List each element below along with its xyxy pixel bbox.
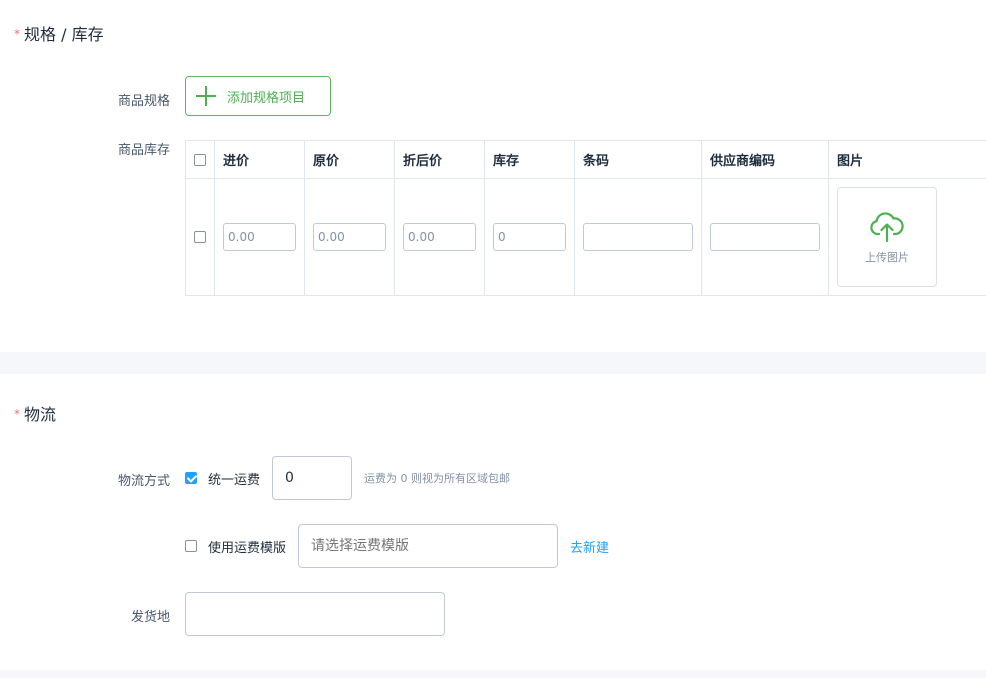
unified-fee-label: 统一运费 (208, 472, 261, 488)
stock-table: 进价 原价 折后价 库存 条码 供应商编码 图片 0.00 0.00 0.00 … (185, 140, 986, 296)
ship-from-label: 发货地 (130, 610, 170, 625)
template-fee-checkbox[interactable] (185, 540, 197, 552)
spec-stock-section: * 规格 / 库存 商品规格 添加规格项目 商品库存 进价 原价 折后价 库存 条… (0, 0, 986, 352)
original-price-input[interactable] (313, 223, 386, 251)
stock-cell (484, 178, 575, 296)
section-title-text: 规格 / 库存 (24, 25, 104, 44)
col-purchase-price: 进价 (214, 140, 305, 179)
row-select-cell (185, 178, 215, 296)
stock-label: 商品库存 (117, 143, 170, 158)
spec-label: 商品规格 (117, 94, 170, 109)
col-image: 图片 (828, 140, 986, 179)
section-title: * 规格 / 库存 (14, 21, 104, 45)
required-mark: * (14, 407, 20, 421)
col-discount-price: 折后价 (394, 140, 485, 179)
col-barcode: 条码 (574, 140, 702, 179)
col-supplier-code: 供应商编码 (701, 140, 829, 179)
section-title: * 物流 (14, 401, 56, 425)
unified-fee-hint: 运费为 0 则视为所有区域包邮 (364, 472, 511, 485)
barcode-input[interactable] (583, 223, 693, 251)
create-template-link[interactable]: 去新建 (570, 537, 609, 556)
stock-input[interactable] (493, 223, 566, 251)
shipping-method-label: 物流方式 (117, 474, 170, 489)
discount-price-cell (394, 178, 485, 296)
unified-fee-row: 统一运费 运费为 0 则视为所有区域包邮 (185, 456, 510, 500)
select-all-checkbox[interactable] (194, 153, 206, 166)
barcode-cell (574, 178, 702, 296)
unified-fee-checkbox[interactable] (185, 472, 197, 484)
logistics-section: * 物流 物流方式 统一运费 运费为 0 则视为所有区域包邮 使用运费模版 去新建… (0, 374, 986, 670)
add-spec-button-label: 添加规格项目 (227, 90, 306, 106)
purchase-price-input[interactable] (223, 223, 296, 251)
col-original-price: 原价 (304, 140, 395, 179)
table-row: 上传图片 (185, 178, 986, 296)
section-title-text: 物流 (24, 405, 57, 424)
table-header-row: 进价 原价 折后价 库存 条码 供应商编码 图片 (185, 140, 986, 179)
image-cell: 上传图片 (828, 178, 986, 296)
ship-from-input[interactable] (185, 592, 445, 636)
supplier-code-cell (701, 178, 829, 296)
supplier-code-input[interactable] (710, 223, 820, 251)
shipping-template-select[interactable] (298, 524, 559, 568)
section-divider (0, 352, 986, 374)
select-all-header (185, 140, 215, 179)
unified-fee-input[interactable] (272, 456, 353, 500)
add-spec-button[interactable]: 添加规格项目 (185, 76, 331, 116)
template-fee-label: 使用运费模版 (208, 540, 287, 556)
plus-icon (196, 86, 216, 106)
upload-image-button[interactable]: 上传图片 (837, 187, 937, 287)
col-stock: 库存 (484, 140, 575, 179)
purchase-price-cell (214, 178, 305, 296)
template-fee-row: 使用运费模版 去新建 (185, 524, 609, 568)
cloud-upload-icon (870, 212, 904, 243)
discount-price-input[interactable] (403, 223, 476, 251)
upload-image-label: 上传图片 (865, 251, 909, 264)
row-checkbox[interactable] (194, 231, 206, 243)
bottom-band (0, 670, 986, 678)
required-mark: * (14, 27, 20, 41)
original-price-cell (304, 178, 395, 296)
